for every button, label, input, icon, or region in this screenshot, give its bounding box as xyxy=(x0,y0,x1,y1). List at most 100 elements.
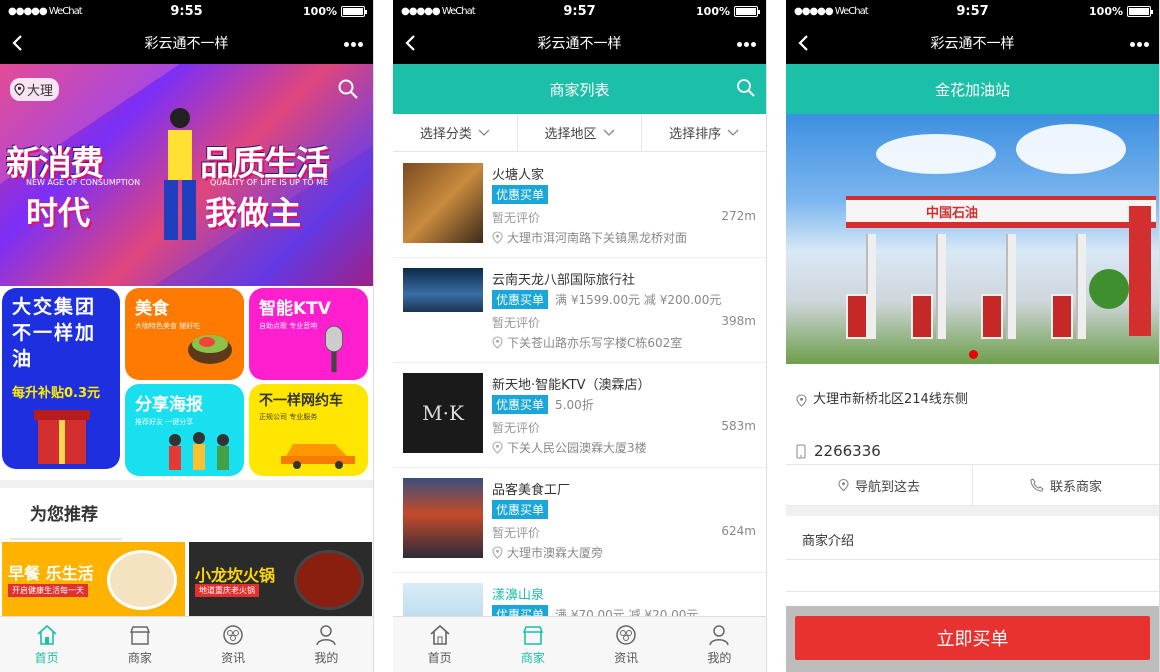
shop-thumbnail xyxy=(403,478,483,558)
tab-me[interactable]: 我的 xyxy=(280,617,373,672)
signal-carrier: ●●●●● WeChat xyxy=(794,5,869,17)
nav-bar: 彩云通不一样 xyxy=(0,22,373,64)
category-grid: 大交集团 不一样加油 每升补贴0.3元 美食 大咖特色美食 随好吃 智能KTV … xyxy=(0,286,373,480)
recommend-title: 为您推荐 xyxy=(30,505,98,525)
back-icon[interactable] xyxy=(796,34,812,52)
shop-name: 火塘人家 xyxy=(492,168,545,183)
taxi-icon xyxy=(281,444,355,469)
food-bowl-icon xyxy=(188,335,232,364)
shop-review: 暂无评价 xyxy=(492,526,541,540)
hotpot-image xyxy=(294,550,364,610)
status-bar: ●●●●● WeChat 9:57 100% xyxy=(786,0,1159,22)
filter-label: 选择排序 xyxy=(669,127,722,142)
shop-address: 大理市澳霖大厦旁 xyxy=(507,546,604,560)
filter-bar: 选择分类 选择地区 选择排序 xyxy=(393,114,766,152)
battery-percent: 100% xyxy=(1089,4,1123,18)
tile-ride-hailing[interactable]: 不一样网约车 正规公司 专业服务 xyxy=(249,384,368,476)
home-banner[interactable]: 大理 新消费 品质生活 NEW AGE OF CONSUMPTION QUALI… xyxy=(0,64,373,286)
tab-home[interactable]: 首页 xyxy=(0,617,93,672)
tile-ktv-title: 智能KTV xyxy=(259,299,331,319)
location-pin-icon xyxy=(14,83,25,96)
filter-region[interactable]: 选择地区 xyxy=(518,114,643,151)
store-icon xyxy=(129,625,150,645)
location-selector[interactable]: 大理 xyxy=(10,78,60,101)
shop-address: 大理市洱河南路下关镇黑龙桥对面 xyxy=(507,231,688,245)
chevron-down-icon xyxy=(478,129,490,136)
tab-bar: 首页 商家 资讯 我的 xyxy=(0,616,373,672)
tile-food-title: 美食 xyxy=(135,299,169,319)
shop-name: 云南天龙八部国际旅行社 xyxy=(492,273,636,288)
shop-address: 下关苍山路亦乐写字楼C栋602室 xyxy=(507,336,683,350)
station-canopy xyxy=(846,196,1156,228)
tile-food[interactable]: 美食 大咖特色美食 随好吃 xyxy=(125,288,244,380)
carousel-indicator[interactable] xyxy=(969,350,978,359)
tab-merchants[interactable]: 商家 xyxy=(93,617,186,672)
merchant-actions: 导航到这去 联系商家 xyxy=(786,464,1159,506)
breakfast-plate-image xyxy=(107,550,177,610)
filter-category[interactable]: 选择分类 xyxy=(393,114,518,151)
location-label: 大理 xyxy=(27,84,54,99)
recommend-card-hotpot[interactable]: 小龙坎火锅 地道重庆老火锅 xyxy=(189,542,372,616)
merchant-intro-heading: 商家介绍 xyxy=(786,516,1159,560)
merchant-intro-body xyxy=(786,560,1159,592)
navigate-label: 导航到这去 xyxy=(854,479,920,495)
more-icon[interactable] xyxy=(1128,39,1149,50)
store-icon xyxy=(522,625,544,645)
tab-label: 商家 xyxy=(520,650,545,665)
search-icon[interactable] xyxy=(337,78,359,100)
people-icon xyxy=(169,432,229,470)
recommend-card-breakfast[interactable]: 早餐 乐生活 开启健康生活每一天 xyxy=(2,542,185,616)
battery-percent: 100% xyxy=(303,4,337,18)
location-pin-icon xyxy=(492,231,503,244)
shop-name: 新天地·智能KTV（澳霖店） xyxy=(492,378,651,393)
list-item[interactable]: 品客美食工厂 优惠买单 暂无评价 624m 大理市澳霖大厦旁 xyxy=(393,468,766,573)
list-item[interactable]: M·K 新天地·智能KTV（澳霖店） 优惠买单 5.00折 暂无评价 583m … xyxy=(393,363,766,468)
tab-news[interactable]: 资讯 xyxy=(580,617,673,672)
detail-header: 金花加油站 xyxy=(786,64,1159,114)
tab-label: 资讯 xyxy=(221,650,246,665)
battery-icon xyxy=(341,5,367,17)
list-item[interactable]: 云南天龙八部国际旅行社 优惠买单 满 ¥1599.00元 减 ¥200.00元 … xyxy=(393,258,766,363)
tab-label: 我的 xyxy=(314,650,339,665)
list-item[interactable]: 火塘人家 优惠买单 暂无评价 272m 大理市洱河南路下关镇黑龙桥对面 xyxy=(393,153,766,258)
location-pin-icon xyxy=(492,336,503,349)
tile-share-poster[interactable]: 分享海报 推荐好友 一键分享 xyxy=(125,384,244,476)
location-pin-icon xyxy=(838,478,849,492)
tab-me[interactable]: 我的 xyxy=(673,617,766,672)
tile-ktv[interactable]: 智能KTV 自助点歌 专业音响 xyxy=(249,288,368,380)
back-icon[interactable] xyxy=(10,34,26,52)
discount-badge: 优惠买单 xyxy=(492,185,549,204)
recommend-card-sub: 开启健康生活每一天 xyxy=(8,584,88,597)
merchant-phone[interactable]: 2266336 xyxy=(814,442,881,460)
news-icon xyxy=(223,624,243,645)
shop-distance: 583m xyxy=(721,419,756,433)
tab-merchants[interactable]: 商家 xyxy=(486,617,579,672)
phone-icon xyxy=(796,444,806,458)
navigate-button[interactable]: 导航到这去 xyxy=(786,465,973,505)
filter-sort[interactable]: 选择排序 xyxy=(642,114,766,151)
shop-deal: 满 ¥1599.00元 减 ¥200.00元 xyxy=(555,293,722,307)
merchant-photo[interactable]: 中国石油 xyxy=(786,114,1159,364)
contact-merchant-button[interactable]: 联系商家 xyxy=(973,465,1159,505)
banner-subtitle-2: QUALITY OF LIFE IS UP TO ME xyxy=(210,178,329,187)
tab-home[interactable]: 首页 xyxy=(393,617,486,672)
app-title: 彩云通不一样 xyxy=(144,36,229,52)
tile-fuel[interactable]: 大交集团 不一样加油 每升补贴0.3元 xyxy=(2,288,120,469)
filter-label: 选择地区 xyxy=(544,127,597,142)
home-screen: ●●●●● WeChat 9:55 100% 彩云通不一样 大理 新消费 品质生… xyxy=(0,0,374,672)
shop-thumbnail: M·K xyxy=(403,373,483,453)
shop-address: 下关人民公园澳霖大厦3楼 xyxy=(507,441,647,455)
tab-news[interactable]: 资讯 xyxy=(187,617,280,672)
shop-review: 暂无评价 xyxy=(492,316,541,330)
more-icon[interactable] xyxy=(342,39,363,50)
tile-share-sub: 推荐好友 一键分享 xyxy=(135,418,194,426)
back-icon[interactable] xyxy=(403,34,419,52)
station-sign xyxy=(1129,206,1151,336)
buy-now-button[interactable]: 立即买单 xyxy=(795,616,1150,660)
buy-bar: 立即买单 xyxy=(786,606,1159,672)
more-icon[interactable] xyxy=(735,39,756,50)
news-icon xyxy=(616,624,636,645)
banner-headline-4: 我做主 xyxy=(205,194,302,232)
search-icon[interactable] xyxy=(736,78,756,98)
tab-label: 首页 xyxy=(427,650,452,665)
